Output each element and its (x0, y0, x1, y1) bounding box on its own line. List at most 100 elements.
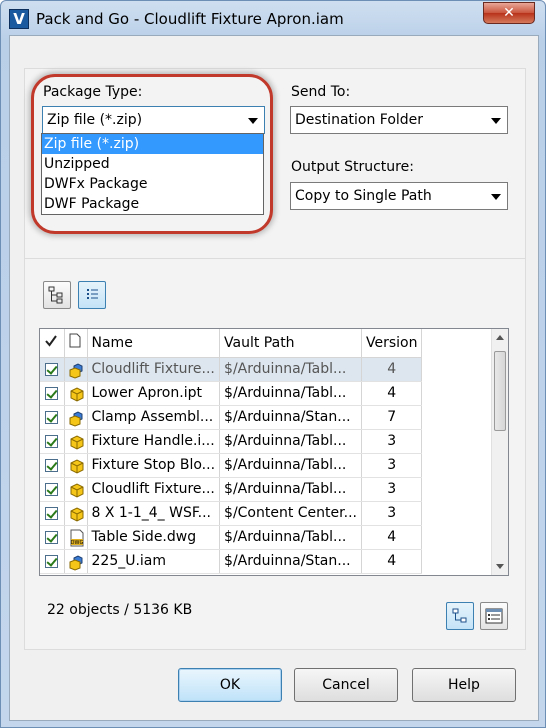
file-list-grid[interactable]: Name Vault Path Version Cloudlift Fixtur… (39, 328, 509, 576)
table-row[interactable]: 225_U.iam $/Arduinna/Stan... 4 (40, 549, 423, 574)
chevron-down-icon (491, 118, 501, 124)
row-checkbox[interactable] (40, 429, 65, 454)
title-bar[interactable]: V Pack and Go - Cloudlift Fixture Apron.… (1, 1, 545, 35)
row-checkbox[interactable] (40, 405, 65, 430)
structure-view-button[interactable] (446, 602, 474, 630)
row-checkbox[interactable] (40, 549, 65, 574)
row-checkbox[interactable] (40, 501, 65, 526)
table-row[interactable]: 8 X 1-1_4_ WSF... $/Content Center... 3 (40, 501, 423, 526)
cell-name: Table Side.dwg (87, 525, 221, 550)
pack-and-go-window: V Pack and Go - Cloudlift Fixture Apron.… (0, 0, 546, 728)
column-header-vault-path[interactable]: Vault Path (219, 329, 362, 358)
cell-name: Cloudlift Fixture... (87, 357, 221, 382)
file-type-cell (64, 357, 88, 382)
assembly-icon (68, 553, 84, 571)
cell-version: 4 (361, 549, 423, 574)
checkbox-checked-icon[interactable] (45, 434, 59, 448)
cell-version: 7 (361, 405, 423, 430)
cell-version: 3 (361, 429, 423, 454)
send-to-label: Send To: (291, 84, 351, 100)
help-button[interactable]: Help (412, 668, 516, 702)
column-header-name[interactable]: Name (87, 329, 221, 358)
cell-vault-path: $/Arduinna/Tabl... (219, 477, 362, 502)
checkbox-checked-icon[interactable] (45, 530, 59, 544)
table-row[interactable]: Lower Apron.ipt $/Arduinna/Tabl... 4 (40, 381, 423, 406)
cell-vault-path: $/Arduinna/Stan... (219, 405, 362, 430)
scroll-up-icon[interactable] (496, 335, 504, 340)
cell-name: 225_U.iam (87, 549, 221, 574)
cell-version: 3 (361, 501, 423, 526)
document-icon (69, 333, 80, 348)
assembly-icon (68, 361, 84, 379)
scroll-thumb[interactable] (494, 351, 506, 431)
part-icon (68, 457, 84, 474)
checkbox-checked-icon[interactable] (45, 506, 59, 520)
details-view-button[interactable] (480, 602, 508, 630)
table-row[interactable]: Fixture Stop Blo... $/Arduinna/Tabl... 3 (40, 453, 423, 478)
tree-structure-icon (452, 608, 467, 623)
table-row[interactable]: Clamp Assembl... $/Arduinna/Stan... 7 (40, 405, 423, 430)
file-type-cell (64, 501, 88, 526)
svg-text:DWG: DWG (70, 540, 83, 546)
part-icon (68, 433, 84, 450)
output-structure-select[interactable]: Copy to Single Path (290, 182, 508, 210)
cell-vault-path: $/Arduinna/Stan... (219, 549, 362, 574)
cell-vault-path: $/Arduinna/Tabl... (219, 453, 362, 478)
list-view-button[interactable] (78, 281, 106, 309)
vault-app-icon: V (9, 9, 29, 29)
part-icon (68, 385, 84, 402)
chevron-down-icon (491, 194, 501, 200)
send-to-value: Destination Folder (295, 112, 424, 128)
row-checkbox[interactable] (40, 477, 65, 502)
file-type-cell (64, 381, 88, 406)
file-type-cell (64, 453, 88, 478)
cell-vault-path: $/Content Center... (219, 501, 362, 526)
row-checkbox[interactable] (40, 381, 65, 406)
file-type-cell (64, 405, 88, 430)
checkbox-checked-icon[interactable] (45, 458, 59, 472)
checkbox-checked-icon[interactable] (45, 410, 59, 424)
assembly-icon (68, 409, 84, 427)
part-icon (68, 481, 84, 498)
cell-vault-path: $/Arduinna/Tabl... (219, 525, 362, 550)
scroll-down-icon[interactable] (496, 564, 504, 569)
row-checkbox[interactable] (40, 525, 65, 550)
vertical-scrollbar[interactable] (491, 329, 508, 575)
cell-name: Fixture Stop Blo... (87, 453, 221, 478)
row-checkbox[interactable] (40, 453, 65, 478)
file-type-cell (64, 477, 88, 502)
window-title: Pack and Go - Cloudlift Fixture Apron.ia… (36, 10, 344, 28)
cell-name: Lower Apron.ipt (87, 381, 221, 406)
dwg-icon: DWG (68, 529, 84, 547)
output-structure-value: Copy to Single Path (295, 188, 432, 204)
check-column-header[interactable] (40, 329, 65, 358)
send-to-select[interactable]: Destination Folder (290, 106, 508, 134)
table-header-row: Name Vault Path Version (40, 329, 423, 358)
table-row[interactable]: Cloudlift Fixture... $/Arduinna/Tabl... 4 (40, 357, 423, 382)
table-row[interactable]: DWG Table Side.dwg $/Arduinna/Tabl... 4 (40, 525, 423, 550)
checkbox-checked-icon[interactable] (45, 482, 59, 496)
table-row[interactable]: Fixture Handle.i... $/Arduinna/Tabl... 3 (40, 429, 423, 454)
file-type-cell (64, 429, 88, 454)
checkbox-checked-icon[interactable] (45, 554, 59, 568)
details-panel-icon (485, 608, 503, 624)
checkbox-checked-icon[interactable] (45, 386, 59, 400)
file-table: Name Vault Path Version Cloudlift Fixtur… (40, 329, 423, 574)
file-type-cell: DWG (64, 525, 88, 550)
row-checkbox[interactable] (40, 357, 65, 382)
column-header-version[interactable]: Version (361, 329, 423, 358)
checkbox-checked-icon[interactable] (45, 362, 59, 376)
cell-version: 4 (361, 381, 423, 406)
list-view-icon (87, 289, 98, 299)
tree-view-button[interactable] (43, 281, 71, 309)
output-structure-label: Output Structure: (291, 159, 414, 175)
cell-vault-path: $/Arduinna/Tabl... (219, 357, 362, 382)
type-column-header[interactable] (64, 329, 88, 358)
cell-name: Cloudlift Fixture... (87, 477, 221, 502)
cell-version: 3 (361, 453, 423, 478)
close-button[interactable]: ✕ (483, 2, 535, 24)
table-row[interactable]: Cloudlift Fixture... $/Arduinna/Tabl... 3 (40, 477, 423, 502)
cancel-button[interactable]: Cancel (294, 668, 398, 702)
ok-button[interactable]: OK (178, 668, 282, 702)
cell-version: 4 (361, 525, 423, 550)
